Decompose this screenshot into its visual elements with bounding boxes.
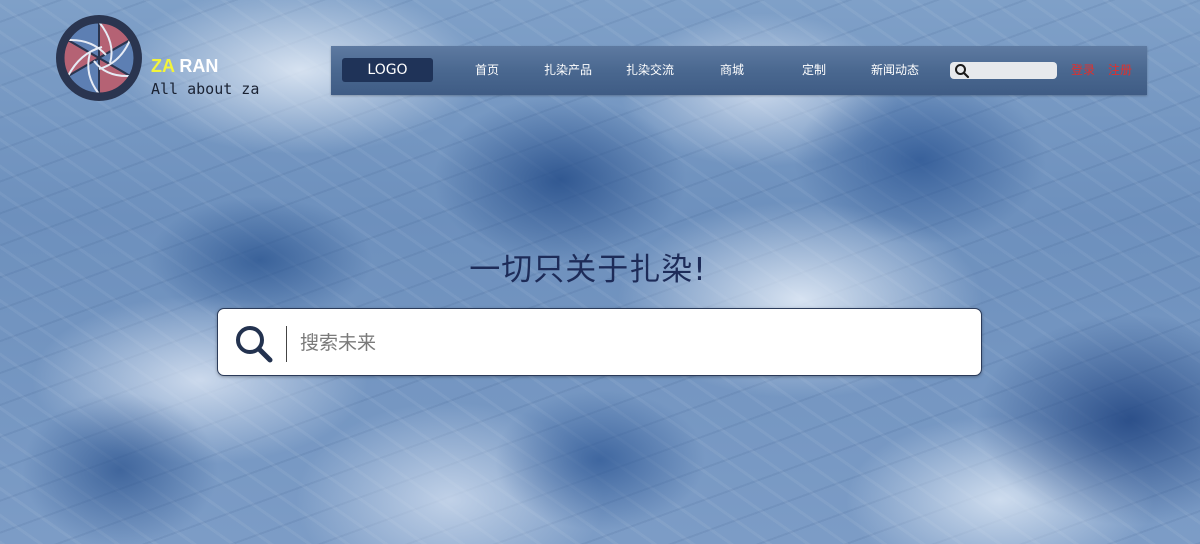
hero-search-box[interactable] xyxy=(217,308,982,376)
brand-name-za: ZA xyxy=(151,56,175,76)
hero-search-input[interactable] xyxy=(298,323,962,363)
search-icon xyxy=(955,64,970,79)
nav-logo-button[interactable]: LOGO xyxy=(342,58,433,82)
aperture-logo-icon[interactable] xyxy=(54,13,144,103)
nav-item-mall[interactable]: 商城 xyxy=(702,46,762,95)
login-link[interactable]: 登录 xyxy=(1071,46,1095,95)
brand-name: ZA RAN xyxy=(151,56,218,77)
nav-search-input[interactable] xyxy=(950,62,1057,79)
nav-item-customize[interactable]: 定制 xyxy=(784,46,844,95)
search-divider xyxy=(286,326,287,362)
nav-item-products[interactable]: 扎染产品 xyxy=(535,46,601,95)
hero-slogan: 一切只关于扎染! xyxy=(469,252,707,288)
top-navbar: LOGO 首页 扎染产品 扎染交流 商城 定制 新闻动态 登录 注册 xyxy=(331,46,1147,95)
search-icon[interactable] xyxy=(234,324,274,364)
brand-name-ran: RAN xyxy=(179,56,219,76)
nav-item-exchange[interactable]: 扎染交流 xyxy=(617,46,683,95)
nav-item-news[interactable]: 新闻动态 xyxy=(862,46,928,95)
brand-tagline: All about za xyxy=(151,80,260,98)
register-link[interactable]: 注册 xyxy=(1108,46,1132,95)
nav-item-home[interactable]: 首页 xyxy=(457,46,517,95)
